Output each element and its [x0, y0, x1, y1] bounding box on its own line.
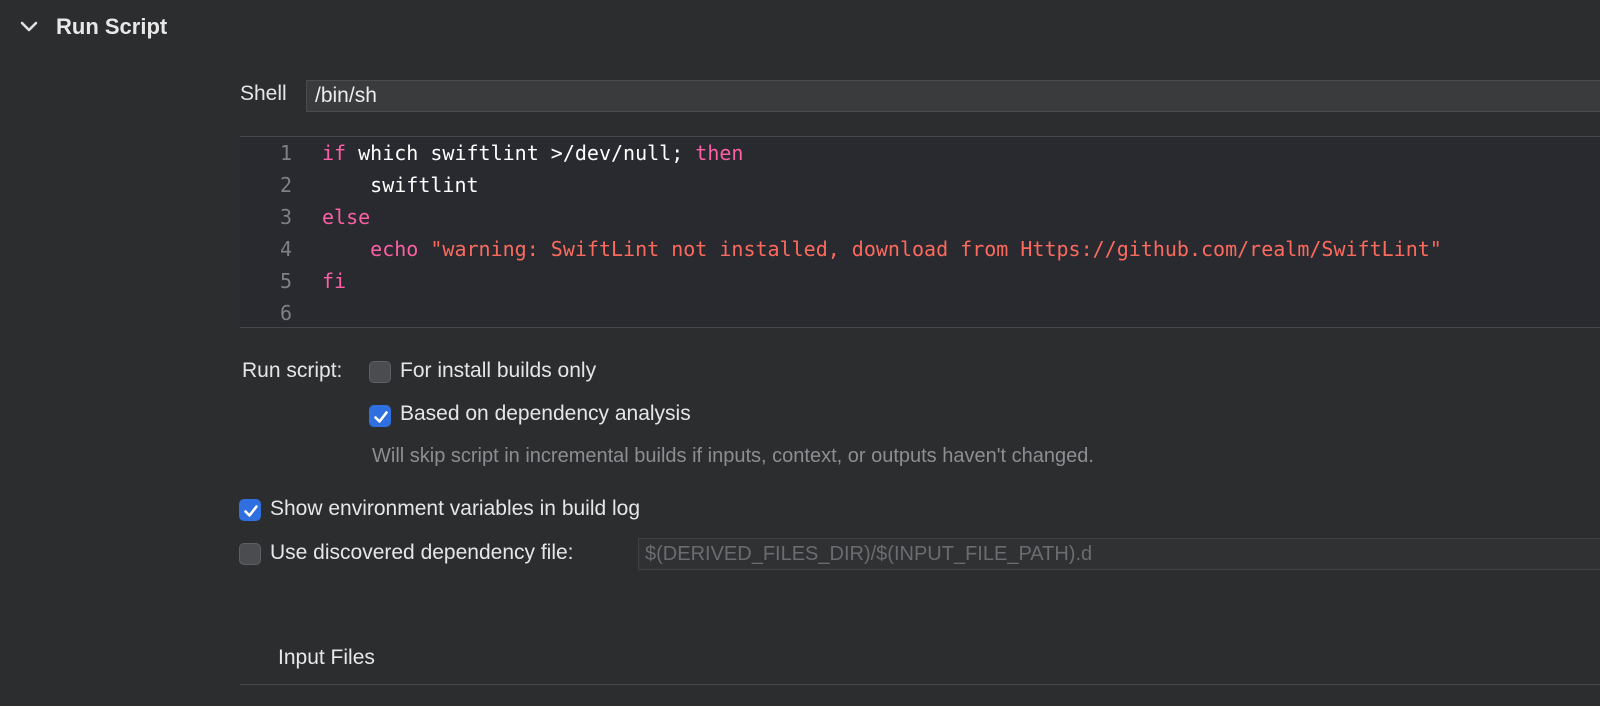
dependency-analysis-label[interactable]: Based on dependency analysis — [400, 402, 691, 426]
divider — [240, 684, 1600, 685]
show-env-vars-checkbox[interactable] — [239, 499, 261, 521]
script-editor[interactable]: 1 if which swiftlint >/dev/null; then 2 sw… — [240, 136, 1600, 328]
checkmark-icon — [244, 505, 258, 517]
string-token: "warning: SwiftLint not installed, downl… — [430, 237, 1442, 261]
use-dep-file-checkbox[interactable] — [239, 543, 261, 565]
use-dep-file-label[interactable]: Use discovered dependency file: — [270, 541, 574, 565]
code-line[interactable]: 5 fi — [240, 265, 1600, 297]
code-line[interactable]: 2 swiftlint — [240, 169, 1600, 201]
code-line[interactable]: 1 if which swiftlint >/dev/null; then — [240, 137, 1600, 169]
line-number: 3 — [279, 205, 292, 229]
show-env-vars-label[interactable]: Show environment variables in build log — [270, 497, 640, 521]
checkmark-icon — [374, 411, 388, 423]
keyword-token: echo — [322, 237, 431, 261]
keyword-token: if — [322, 141, 347, 165]
shell-label: Shell — [240, 82, 287, 105]
line-number: 1 — [279, 141, 292, 165]
dependency-analysis-hint: Will skip script in incremental builds i… — [372, 445, 1094, 467]
run-script-section-header[interactable]: Run Script — [0, 0, 1600, 56]
code-line[interactable]: 6 — [240, 297, 1600, 329]
code-text: if which swiftlint >/dev/null; then — [322, 137, 743, 169]
code-text: echo "warning: SwiftLint not installed, … — [322, 233, 1442, 265]
keyword-token: fi — [322, 269, 347, 293]
code-line[interactable]: 3 else — [240, 201, 1600, 233]
section-title: Run Script — [56, 14, 168, 39]
code-line[interactable]: 4 echo "warning: SwiftLint not installed… — [240, 233, 1600, 265]
code-text: swiftlint — [322, 169, 479, 201]
code-text: else — [322, 201, 370, 233]
code-text: fi — [322, 265, 346, 297]
dependency-analysis-checkbox[interactable] — [369, 405, 391, 427]
keyword-token: then — [695, 141, 744, 165]
line-number: 4 — [279, 237, 292, 261]
line-number: 2 — [279, 173, 292, 197]
dep-file-input[interactable]: $(DERIVED_FILES_DIR)/$(INPUT_FILE_PATH).… — [638, 538, 1600, 570]
line-number: 5 — [279, 269, 292, 293]
chevron-down-icon[interactable] — [18, 16, 40, 38]
keyword-token: else — [322, 205, 371, 229]
shell-input[interactable]: /bin/sh — [306, 80, 1600, 112]
input-files-title: Input Files — [278, 646, 375, 669]
plain-token: swiftlint — [322, 173, 479, 197]
line-number: 6 — [279, 301, 292, 325]
run-script-label: Run script: — [242, 359, 343, 382]
install-builds-only-label[interactable]: For install builds only — [400, 359, 596, 383]
plain-token: which swiftlint >/dev/null; — [346, 141, 696, 165]
install-builds-only-checkbox[interactable] — [369, 361, 391, 383]
